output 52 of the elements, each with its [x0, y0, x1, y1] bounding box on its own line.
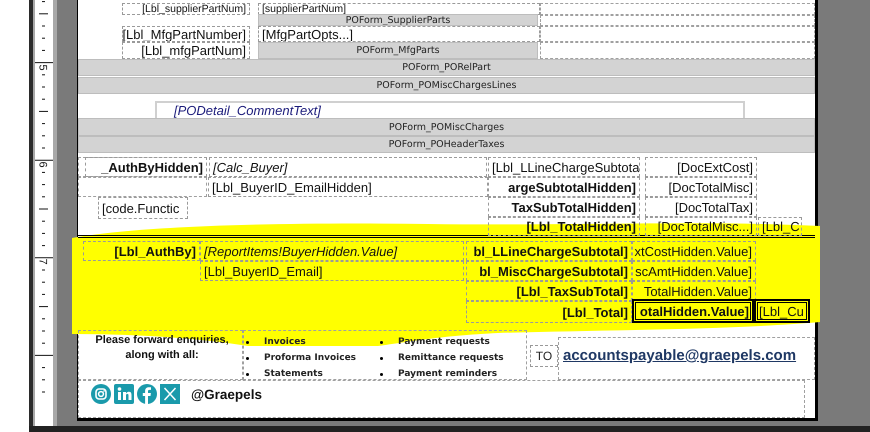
- report-textbox[interactable]: [Lbl_BuyerID_EmailHidden]: [208, 177, 488, 197]
- report-textbox[interactable]: [Lbl_AuthBy]: [83, 241, 200, 261]
- group-band[interactable]: POForm_POHeaderTaxes: [78, 136, 815, 153]
- x-icon[interactable]: [160, 384, 180, 404]
- report-textbox[interactable]: [Lbl_BuyerID_Email]: [200, 261, 464, 281]
- report-textbox[interactable]: bl_MiscChargeSubtotal]: [466, 261, 632, 281]
- social-handle: @Graepels: [191, 386, 262, 402]
- report-textbox[interactable]: [DocTotalMisc...]: [645, 217, 757, 236]
- report-textbox[interactable]: otalHidden.Value]: [632, 299, 754, 323]
- report-textbox[interactable]: [Lbl_MfgPartNumber]: [122, 26, 250, 42]
- ruler-label: 7: [36, 258, 48, 265]
- report-textbox[interactable]: _AuthByHidden]: [85, 157, 207, 177]
- bullet-icon: [380, 372, 383, 376]
- list-item: Statements: [264, 369, 323, 379]
- bullet-icon: [246, 372, 249, 376]
- report-textbox[interactable]: xtCostHidden.Value]: [632, 241, 756, 261]
- report-textbox[interactable]: [code.Functic: [98, 197, 188, 219]
- report-textbox[interactable]: bl_LLineChargeSubtotal]: [466, 241, 632, 261]
- list-item: Payment requests: [398, 337, 490, 347]
- report-textbox[interactable]: [Lbl_TaxSubTotal]: [466, 281, 632, 301]
- report-textbox[interactable]: [Calc_Buyer]: [209, 157, 487, 177]
- report-textbox[interactable]: [ReportItems!BuyerHidden.Value]: [200, 241, 464, 261]
- report-textbox[interactable]: scAmtHidden.Value]: [632, 261, 756, 281]
- report-textbox[interactable]: TaxSubTotalHidden]: [488, 197, 640, 217]
- report-textbox[interactable]: [DocTotalTax]: [645, 197, 757, 217]
- linkedin-icon[interactable]: [114, 384, 134, 404]
- group-band[interactable]: POForm_PORelPart: [78, 59, 815, 76]
- report-textbox[interactable]: TotalHidden.Value]: [632, 281, 756, 301]
- report-textbox[interactable]: [DocExtCost]: [645, 157, 757, 177]
- list-item: Invoices: [264, 337, 306, 347]
- list-item: Proforma Invoices: [264, 353, 356, 363]
- ruler-label: 6: [36, 161, 48, 168]
- report-textbox[interactable]: [Lbl_LLineChargeSubtota: [488, 157, 640, 177]
- report-textbox[interactable]: [DocTotalMisc]: [645, 177, 757, 197]
- report-textbox[interactable]: [Lbl_Cu: [754, 299, 810, 323]
- list-item: Payment reminders: [398, 369, 498, 379]
- bullet-icon: [246, 356, 249, 360]
- group-band[interactable]: POForm_SupplierParts: [258, 14, 538, 26]
- report-textbox[interactable]: [Lbl_Total]: [466, 301, 632, 323]
- report-textbox[interactable]: argeSubtotalHidden]: [488, 177, 640, 197]
- to-label: TO: [530, 345, 558, 367]
- group-band[interactable]: POForm_POMiscCharges: [78, 118, 815, 136]
- bullet-icon: [380, 340, 383, 344]
- facebook-icon[interactable]: [137, 384, 157, 404]
- list-item: Remittance requests: [398, 353, 504, 363]
- report-textbox[interactable]: [Lbl_supplierPartNum]: [122, 3, 250, 15]
- bullet-icon: [246, 340, 249, 344]
- group-band[interactable]: POForm_MfgParts: [258, 42, 538, 59]
- bullet-icon: [380, 356, 383, 360]
- group-band[interactable]: POForm_POMiscChargesLines: [78, 77, 815, 94]
- instagram-icon[interactable]: [91, 384, 111, 404]
- ruler-label: 5: [36, 64, 48, 71]
